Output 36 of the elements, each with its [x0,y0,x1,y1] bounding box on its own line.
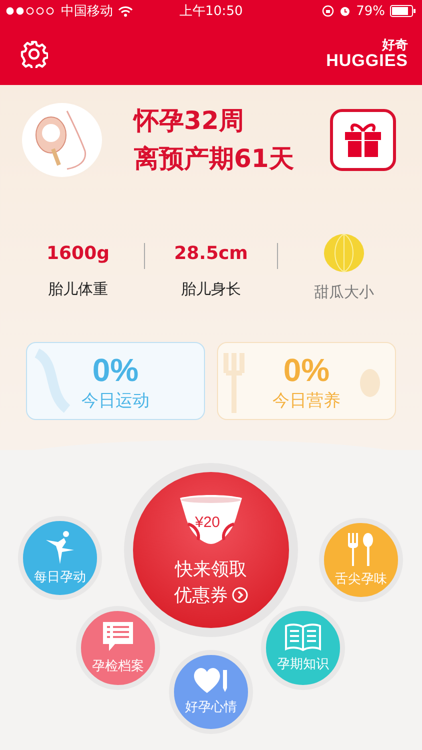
fork-spoon-icon [347,532,375,566]
book-menu-button[interactable]: 孕期知识 [261,606,345,690]
carrier-name: 中国移动 [61,3,113,20]
battery-icon [390,5,416,17]
exercise-card[interactable]: 0% 今日运动 [26,342,205,420]
wifi-icon [118,6,133,16]
stat-value: 1600g [46,242,110,266]
nutrition-card[interactable]: 0% 今日营养 [217,342,396,420]
utensils-menu-button[interactable]: 舌尖孕味 [319,518,403,602]
rotation-lock-icon [322,5,334,17]
coupon-text: 优惠券 [174,584,228,607]
dancer-menu-button[interactable]: 每日孕动 [18,516,102,600]
stat-label: 胎儿体重 [48,280,108,299]
alarm-icon [339,5,352,17]
heart-pen-menu-button[interactable]: 好孕心情 [169,650,253,734]
pregnancy-week: 怀孕32周 [134,105,245,137]
heart-pencil-icon [194,668,228,694]
battery-percent: 79% [356,4,385,18]
stat-value: 28.5cm [174,242,248,266]
gift-button[interactable] [330,109,396,171]
chevron-circle-icon [232,587,248,603]
coupon-button[interactable]: ¥20 快来领取 优惠券 [124,463,298,637]
status-time: 上午10:50 [179,3,243,20]
stat-label: 胎儿身长 [181,280,241,299]
coupon-text: 快来领取 [175,558,247,581]
brand-logo: 好奇 HUGGIES [326,38,408,68]
stat-label: 甜瓜大小 [314,283,374,302]
checklist-menu-button[interactable]: 孕检档案 [76,606,160,690]
signal-icon [6,7,56,15]
open-book-icon [284,623,322,651]
gift-icon [343,122,383,158]
melon-icon [322,233,366,273]
due-date-countdown: 离预产期61天 [134,143,295,175]
coupon-amount: ¥20 [195,514,220,531]
settings-button[interactable] [20,40,48,68]
checklist-icon [101,621,135,653]
